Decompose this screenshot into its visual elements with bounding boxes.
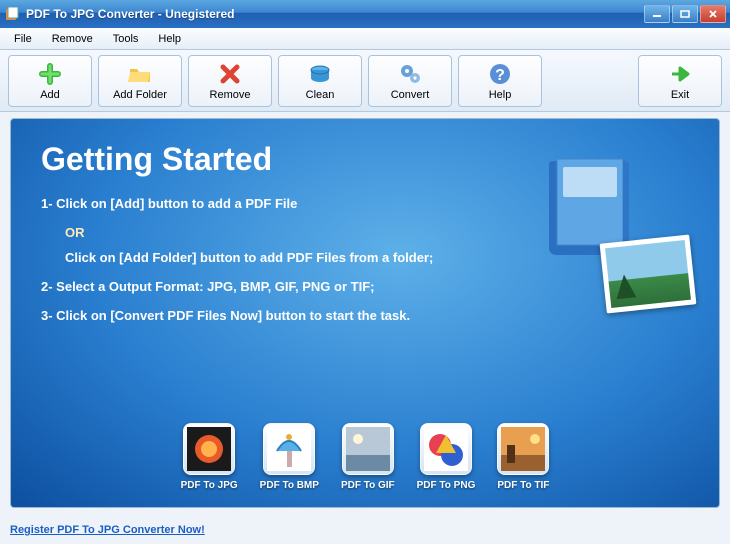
format-png-label: PDF To PNG	[417, 480, 476, 491]
help-label: Help	[489, 89, 512, 101]
question-icon: ?	[487, 61, 513, 87]
menu-remove[interactable]: Remove	[42, 31, 103, 47]
tif-icon	[497, 423, 549, 475]
menu-help[interactable]: Help	[148, 31, 191, 47]
plus-icon	[37, 61, 63, 87]
close-button[interactable]	[700, 5, 726, 23]
toolbar: Add Add Folder Remove Clean Convert ? He…	[0, 50, 730, 112]
format-tif-label: PDF To TIF	[497, 480, 549, 491]
remove-label: Remove	[210, 89, 251, 101]
format-tif[interactable]: PDF To TIF	[497, 423, 549, 491]
step-3: 3- Click on [Convert PDF Files Now] butt…	[41, 308, 689, 323]
help-button[interactable]: ? Help	[458, 55, 542, 107]
clean-button[interactable]: Clean	[278, 55, 362, 107]
add-button[interactable]: Add	[8, 55, 92, 107]
footer: Register PDF To JPG Converter Now!	[0, 514, 730, 544]
drum-icon	[307, 61, 333, 87]
gears-icon	[397, 61, 423, 87]
decoration	[523, 149, 693, 309]
app-icon	[4, 6, 20, 22]
convert-button[interactable]: Convert	[368, 55, 452, 107]
arrow-right-icon	[667, 61, 693, 87]
remove-button[interactable]: Remove	[188, 55, 272, 107]
convert-label: Convert	[391, 89, 430, 101]
window-title: PDF To JPG Converter - Unegistered	[26, 7, 644, 21]
add-folder-label: Add Folder	[113, 89, 167, 101]
x-icon	[217, 61, 243, 87]
bmp-icon	[263, 423, 315, 475]
add-label: Add	[40, 89, 60, 101]
minimize-button[interactable]	[644, 5, 670, 23]
gif-icon	[342, 423, 394, 475]
format-row: PDF To JPG PDF To BMP PDF To GIF PDF To …	[11, 423, 719, 491]
format-jpg[interactable]: PDF To JPG	[181, 423, 238, 491]
folder-icon	[127, 61, 153, 87]
exit-button[interactable]: Exit	[638, 55, 722, 107]
getting-started-panel: Getting Started 1- Click on [Add] button…	[10, 118, 720, 508]
format-gif-label: PDF To GIF	[341, 480, 395, 491]
maximize-button[interactable]	[672, 5, 698, 23]
svg-text:?: ?	[495, 67, 505, 84]
format-bmp[interactable]: PDF To BMP	[260, 423, 319, 491]
window-controls	[644, 5, 726, 23]
exit-label: Exit	[671, 89, 689, 101]
format-bmp-label: PDF To BMP	[260, 480, 319, 491]
clean-label: Clean	[306, 89, 335, 101]
menu-tools[interactable]: Tools	[103, 31, 149, 47]
format-jpg-label: PDF To JPG	[181, 480, 238, 491]
photo-icon	[600, 234, 697, 313]
titlebar: PDF To JPG Converter - Unegistered	[0, 0, 730, 28]
png-icon	[420, 423, 472, 475]
format-gif[interactable]: PDF To GIF	[341, 423, 395, 491]
register-link[interactable]: Register PDF To JPG Converter Now!	[10, 524, 205, 536]
add-folder-button[interactable]: Add Folder	[98, 55, 182, 107]
menu-file[interactable]: File	[4, 31, 42, 47]
menubar: File Remove Tools Help	[0, 28, 730, 50]
jpg-icon	[183, 423, 235, 475]
format-png[interactable]: PDF To PNG	[417, 423, 476, 491]
